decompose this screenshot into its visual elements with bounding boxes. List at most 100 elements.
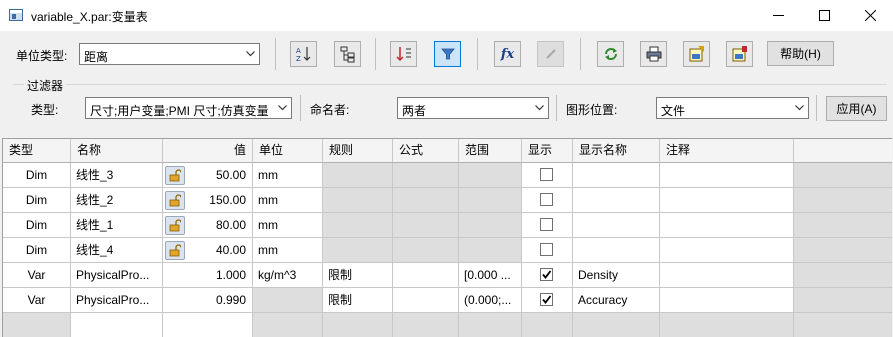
table-row[interactable]: Var PhysicalPro... 1.000 kg/m^3 限制 [0.000 ...… <box>3 263 892 288</box>
refresh-button[interactable] <box>597 41 624 67</box>
cell-display-name[interactable] <box>573 213 660 238</box>
cell-rule[interactable] <box>323 163 393 188</box>
lock-button[interactable] <box>165 241 185 260</box>
show-checkbox[interactable] <box>540 168 553 181</box>
cell-value[interactable]: 80.00 <box>163 213 253 238</box>
cell-name[interactable]: PhysicalPro... <box>71 288 163 313</box>
cell-formula[interactable] <box>393 263 459 288</box>
col-header-show[interactable]: 显示 <box>522 139 573 163</box>
cell-formula[interactable] <box>393 313 459 337</box>
cell-show[interactable] <box>522 263 573 288</box>
cell-type[interactable]: Dim <box>3 163 71 188</box>
col-header-display-name[interactable]: 显示名称 <box>573 139 660 163</box>
cell-formula[interactable] <box>393 238 459 263</box>
cell-type[interactable]: Dim <box>3 238 71 263</box>
table-row[interactable]: Dim 线性_3 50.00 mm <box>3 163 892 188</box>
cell-display-name[interactable]: Accuracy <box>573 288 660 313</box>
cell-unit[interactable]: mm <box>253 238 323 263</box>
cell-type[interactable]: Dim <box>3 188 71 213</box>
lock-button[interactable] <box>165 216 185 235</box>
close-button[interactable] <box>847 0 893 31</box>
cell-show[interactable] <box>522 313 573 337</box>
cell-unit[interactable] <box>253 313 323 337</box>
cell-unit[interactable]: mm <box>253 163 323 188</box>
cell-range[interactable] <box>459 238 522 263</box>
lock-button[interactable] <box>165 191 185 210</box>
cell-unit[interactable]: kg/m^3 <box>253 263 323 288</box>
maximize-button[interactable] <box>801 0 847 31</box>
export-button[interactable] <box>683 41 710 67</box>
cell-rule[interactable]: 限制 <box>323 263 393 288</box>
col-header-value[interactable]: 值 <box>163 139 253 163</box>
apply-button[interactable]: 应用(A) <box>826 96 887 121</box>
cell-range[interactable] <box>459 213 522 238</box>
filter-button[interactable] <box>434 41 461 67</box>
cell-rule[interactable] <box>323 188 393 213</box>
formula-button[interactable]: fx <box>494 41 521 67</box>
cell-show[interactable] <box>522 163 573 188</box>
cell-type[interactable]: Var <box>3 288 71 313</box>
show-checkbox[interactable] <box>540 268 553 281</box>
table-row[interactable]: Dim 线性_2 150.00 mm <box>3 188 892 213</box>
sort-order-button[interactable] <box>390 41 417 67</box>
import-button[interactable] <box>726 41 753 67</box>
col-header-unit[interactable]: 单位 <box>253 139 323 163</box>
cell-display-name[interactable] <box>573 163 660 188</box>
col-header-type[interactable]: 类型 <box>3 139 71 163</box>
cell-comment[interactable] <box>660 263 794 288</box>
col-header-filler[interactable] <box>794 139 892 163</box>
cell-rule[interactable] <box>323 313 393 337</box>
cell-value[interactable]: 150.00 <box>163 188 253 213</box>
col-header-rule[interactable]: 规则 <box>323 139 393 163</box>
cell-unit[interactable]: mm <box>253 188 323 213</box>
table-row-empty[interactable] <box>3 313 892 337</box>
col-header-comment[interactable]: 注释 <box>660 139 794 163</box>
cell-formula[interactable] <box>393 213 459 238</box>
cell-show[interactable] <box>522 238 573 263</box>
cell-comment[interactable] <box>660 188 794 213</box>
graphic-position-select[interactable]: 文件 <box>656 97 809 119</box>
namer-select[interactable]: 两者 <box>397 97 549 119</box>
cell-rule[interactable] <box>323 238 393 263</box>
cell-formula[interactable] <box>393 163 459 188</box>
cell-range[interactable]: [0.000 ... <box>459 263 522 288</box>
unit-type-select[interactable]: 距离 <box>79 43 260 65</box>
cell-display-name[interactable] <box>573 188 660 213</box>
col-header-name[interactable]: 名称 <box>71 139 163 163</box>
sort-az-button[interactable]: A Z <box>290 41 317 67</box>
cell-show[interactable] <box>522 188 573 213</box>
cell-display-name[interactable] <box>573 313 660 337</box>
cell-range[interactable] <box>459 188 522 213</box>
minimize-button[interactable] <box>755 0 801 31</box>
cell-comment[interactable] <box>660 213 794 238</box>
cell-comment[interactable] <box>660 313 794 337</box>
cell-comment[interactable] <box>660 238 794 263</box>
cell-rule[interactable]: 限制 <box>323 288 393 313</box>
cell-comment[interactable] <box>660 288 794 313</box>
cell-show[interactable] <box>522 213 573 238</box>
cell-range[interactable] <box>459 163 522 188</box>
table-row[interactable]: Dim 线性_1 80.00 mm <box>3 213 892 238</box>
print-button[interactable] <box>640 41 667 67</box>
col-header-formula[interactable]: 公式 <box>393 139 459 163</box>
show-checkbox[interactable] <box>540 293 553 306</box>
cell-name[interactable]: 线性_3 <box>71 163 163 188</box>
cell-show[interactable] <box>522 288 573 313</box>
cell-unit[interactable]: mm <box>253 213 323 238</box>
type-filter-select[interactable]: 尺寸;用户变量;PMI 尺寸;仿真变量 <box>85 97 292 119</box>
cell-value[interactable]: 1.000 <box>163 263 253 288</box>
cell-display-name[interactable]: Density <box>573 263 660 288</box>
cell-formula[interactable] <box>393 288 459 313</box>
cell-name[interactable]: PhysicalPro... <box>71 263 163 288</box>
lock-button[interactable] <box>165 166 185 185</box>
cell-type[interactable]: Var <box>3 263 71 288</box>
cell-value[interactable]: 50.00 <box>163 163 253 188</box>
table-row[interactable]: Var PhysicalPro... 0.990 限制 (0.000;... Accura… <box>3 288 892 313</box>
edit-button[interactable] <box>537 41 564 67</box>
col-header-range[interactable]: 范围 <box>459 139 522 163</box>
cell-name[interactable] <box>71 313 163 337</box>
show-checkbox[interactable] <box>540 243 553 256</box>
cell-comment[interactable] <box>660 163 794 188</box>
cell-rule[interactable] <box>323 213 393 238</box>
cell-formula[interactable] <box>393 188 459 213</box>
